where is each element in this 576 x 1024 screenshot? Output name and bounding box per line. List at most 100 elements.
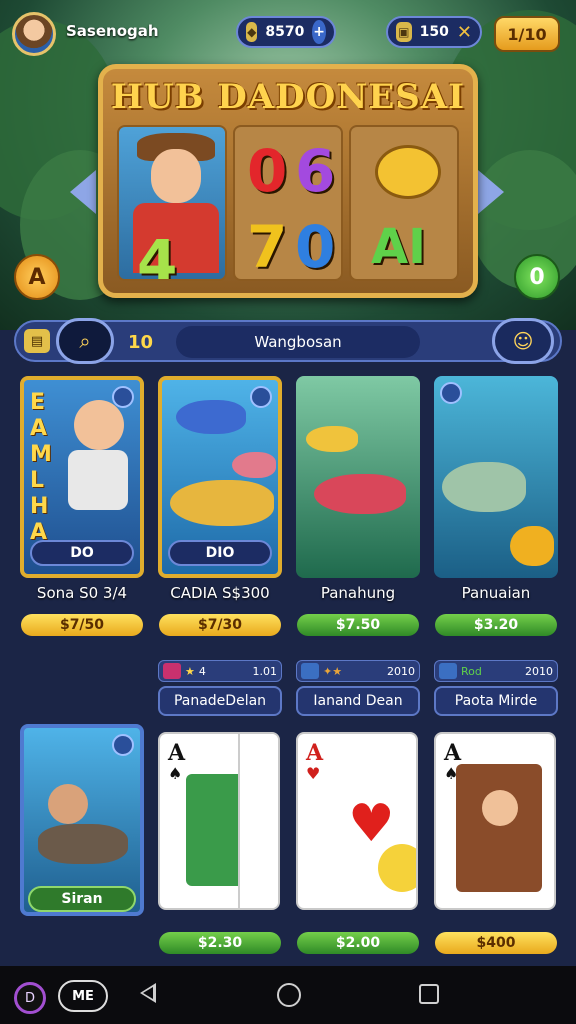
leaf-icon: ✦★ bbox=[323, 664, 343, 678]
game-tag-2[interactable]: ✦★ 2010 Ianand Dean bbox=[296, 660, 420, 716]
recent-apps-icon[interactable] bbox=[419, 984, 439, 1004]
game-card-2-price[interactable]: $7/30 bbox=[159, 614, 281, 636]
reel-middle: 0 6 7 0 bbox=[233, 125, 343, 281]
player-avatar[interactable] bbox=[12, 12, 56, 56]
menu-icon[interactable]: ▤ bbox=[24, 329, 50, 353]
game-tag-3[interactable]: Rod 2010 Paota Mirde bbox=[434, 660, 558, 716]
game-card-2[interactable]: DIO bbox=[158, 376, 282, 578]
featured-slot-board[interactable]: HUB DADONESAI 4 0 6 7 0 AI bbox=[98, 64, 478, 298]
cowgirl-face bbox=[482, 790, 518, 826]
reel-symbol-1: 4 bbox=[137, 227, 178, 281]
tag-2-label: Ianand Dean bbox=[296, 686, 420, 716]
chest-amount: 150 bbox=[419, 24, 449, 40]
game-tag-1[interactable]: ★ 4 1.01 PanadeDelan bbox=[158, 660, 282, 716]
sun-icon bbox=[378, 844, 416, 892]
game-card-3-price[interactable]: $7.50 bbox=[297, 614, 419, 636]
game-card-7-price[interactable]: $400 bbox=[435, 932, 557, 954]
card-1-rank: A bbox=[168, 740, 186, 766]
featured-title: HUB DADONESAI bbox=[110, 77, 466, 117]
diamond-icon bbox=[250, 386, 272, 408]
game-card-4-caption: Panuaian bbox=[461, 584, 531, 602]
user-icon[interactable]: ☺ bbox=[492, 318, 554, 364]
add-coins-icon[interactable]: + bbox=[312, 20, 326, 44]
reel-symbol-3: 6 bbox=[295, 137, 336, 205]
diver-face bbox=[48, 784, 88, 824]
game-card-1-caption: Sona S0 3/4 bbox=[36, 584, 128, 602]
tag-1-right: 1.01 bbox=[252, 664, 278, 678]
fish-bass-icon bbox=[442, 462, 526, 512]
diamond-icon bbox=[440, 382, 462, 404]
app-badge-icon[interactable]: D bbox=[14, 982, 46, 1014]
tag-1-icon-text: 4 bbox=[198, 664, 206, 678]
fish-blue-icon bbox=[176, 400, 246, 434]
reel-symbol-4: 7 bbox=[247, 213, 288, 281]
currency-coins[interactable]: ◆ 8570 + bbox=[236, 16, 336, 48]
tag-3-top: Rod 2010 bbox=[434, 660, 558, 682]
reel-symbol-6: AI bbox=[371, 219, 427, 275]
filter-bar: ▤ ⌕ 10 Wangbosan ☺ bbox=[14, 318, 562, 364]
tag-icon bbox=[439, 663, 457, 679]
hero-face bbox=[151, 149, 201, 203]
playing-card-3[interactable]: A ♠ bbox=[434, 732, 556, 910]
tag-1-top: ★ 4 1.01 bbox=[158, 660, 282, 682]
home-icon[interactable] bbox=[277, 983, 301, 1007]
game-card-5-bar: Siran bbox=[28, 886, 136, 912]
card-3-rank: A bbox=[444, 740, 462, 766]
tag-3-icon-text: Rod bbox=[461, 664, 482, 678]
game-card-3-caption: Panahung bbox=[320, 584, 396, 602]
chest-icon: ▣ bbox=[396, 22, 412, 42]
star-icon: ★ bbox=[185, 664, 195, 678]
slot-reels: 4 0 6 7 0 AI bbox=[117, 125, 459, 281]
game-card-2-caption: CADIA S$300 bbox=[170, 584, 270, 602]
card-3-portrait bbox=[456, 764, 542, 892]
golden-fish-icon bbox=[375, 145, 441, 199]
back-icon[interactable] bbox=[140, 983, 156, 1003]
heart-icon: ♥ bbox=[348, 794, 395, 854]
fish-puffer-icon bbox=[510, 526, 554, 566]
spade-icon: ♠ bbox=[168, 764, 183, 783]
game-card-2-bar: DIO bbox=[168, 540, 272, 566]
fish-gold-icon bbox=[170, 480, 274, 526]
playing-card-2[interactable]: A ♥ ♥ bbox=[296, 732, 418, 910]
energy-button[interactable]: 1/10 bbox=[494, 16, 560, 52]
tag-3-label: Paota Mirde bbox=[434, 686, 558, 716]
card-2-rank: A bbox=[306, 740, 324, 766]
search-icon[interactable]: ⌕ bbox=[56, 318, 114, 364]
tag-icon bbox=[301, 663, 319, 679]
bonus-left-button[interactable]: A bbox=[14, 254, 60, 300]
me-button[interactable]: ME bbox=[58, 980, 108, 1012]
tag-icon bbox=[163, 663, 181, 679]
card-1-back bbox=[238, 734, 278, 908]
diamond-icon bbox=[112, 734, 134, 756]
game-card-1-price[interactable]: $7/50 bbox=[21, 614, 143, 636]
tag-3-right: 2010 bbox=[525, 664, 553, 678]
game-card-3[interactable] bbox=[296, 376, 420, 578]
playing-card-1[interactable]: A ♠ bbox=[158, 732, 280, 910]
prev-arrow-icon[interactable] bbox=[70, 170, 96, 214]
explorer-face bbox=[74, 400, 124, 450]
explorer-body bbox=[68, 450, 128, 510]
next-arrow-icon[interactable] bbox=[478, 170, 504, 214]
game-card-1[interactable]: EAMLHA DO bbox=[20, 376, 144, 578]
game-card-6-price[interactable]: $2.00 bbox=[297, 932, 419, 954]
game-card-1-title: EAMLHA bbox=[30, 390, 52, 545]
diamond-icon bbox=[112, 386, 134, 408]
game-card-4-price[interactable]: $3.20 bbox=[435, 614, 557, 636]
reel-symbol-5: 0 bbox=[295, 213, 336, 281]
game-card-5[interactable]: Siran bbox=[20, 724, 144, 916]
fish-yellow-icon bbox=[306, 426, 358, 452]
game-card-1-bar: DO bbox=[30, 540, 134, 566]
bonus-right-button[interactable]: 0 bbox=[514, 254, 560, 300]
close-icon[interactable]: ✕ bbox=[457, 22, 472, 43]
coin-amount: 8570 bbox=[265, 24, 305, 40]
player-username: Sasenogah bbox=[66, 22, 159, 40]
game-card-5-price[interactable]: $2.30 bbox=[159, 932, 281, 954]
tag-1-label: PanadeDelan bbox=[158, 686, 282, 716]
game-count: 10 bbox=[128, 332, 154, 353]
diver-body bbox=[38, 824, 128, 864]
currency-chest[interactable]: ▣ 150 ✕ bbox=[386, 16, 482, 48]
tag-2-right: 2010 bbox=[387, 664, 415, 678]
system-navbar: D ME bbox=[0, 966, 576, 1024]
game-card-4[interactable] bbox=[434, 376, 558, 578]
search-field[interactable]: Wangbosan bbox=[176, 326, 420, 358]
